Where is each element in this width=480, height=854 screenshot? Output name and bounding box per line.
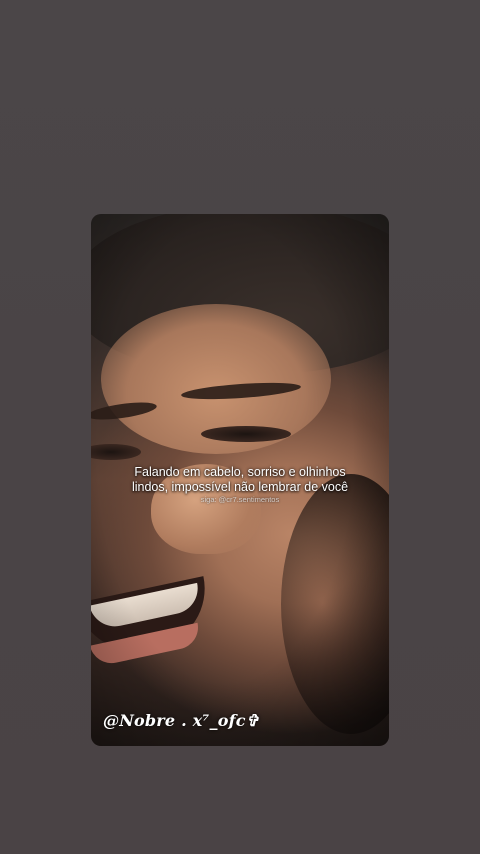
caption-line-2: lindos, impossível não lembrar de você <box>131 480 349 494</box>
story-screen: Falando em cabelo, sorriso e olhinhos li… <box>0 0 480 854</box>
story-caption: Falando em cabelo, sorriso e olhinhos li… <box>91 465 389 495</box>
story-credit: siga: @cr7.sentimentos <box>200 495 280 504</box>
caption-line-1: Falando em cabelo, sorriso e olhinhos <box>134 465 346 479</box>
story-media-card[interactable]: Falando em cabelo, sorriso e olhinhos li… <box>91 214 389 746</box>
story-username[interactable]: @Nobre . x⁷_ofc✞ <box>103 711 259 730</box>
